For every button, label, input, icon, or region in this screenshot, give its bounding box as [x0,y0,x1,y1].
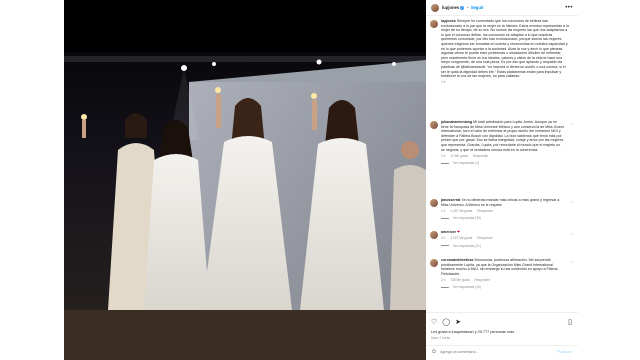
author-username[interactable]: lupjones [442,5,459,10]
comment-likes[interactable]: 1.257 Me gusta [450,209,472,213]
post-header: lupjones ✓ • Seguir ••• [426,0,578,16]
likes-summary[interactable]: Les gusta a luaquintanart y 29.777 perso… [431,330,514,334]
like-comment-icon[interactable]: ♡ [570,232,574,237]
verified-badge-icon: ✓ [460,5,465,10]
comment-text: Mi total admiración para Lupita Jones. A… [441,120,564,152]
comment-input[interactable] [440,350,536,354]
comment-text: Siempre he comentado que los concursos d… [441,19,569,79]
comment-item: americer ❤ 2 h 1.227 Me gusta Responder … [430,230,574,248]
share-icon[interactable]: ➤ [455,319,461,326]
post-actions: ♡ ◯ ➤ ▯ Les gusta a luaquintanart y 29.7… [426,312,578,357]
comment-composer: ☺ Publicar [426,345,578,358]
comment-likes[interactable]: 738 Me gusta [450,278,469,282]
heart-emoji-icon: ❤ [457,230,461,234]
view-replies-button[interactable]: Ver respuestas (10) [441,285,565,290]
avatar[interactable] [430,121,438,129]
avatar[interactable] [430,20,438,28]
bookmark-icon[interactable]: ▯ [568,319,572,326]
reply-button[interactable]: Responder [473,154,489,158]
comment-icon[interactable]: ◯ [442,319,450,326]
view-replies-button[interactable]: Ver respuestas (1) [441,161,565,166]
comment-time: 2 h [441,153,446,158]
heart-icon[interactable]: ♡ [431,319,437,326]
comment-username[interactable]: lupjones [441,19,456,23]
comment-username[interactable]: americer [441,230,456,234]
follow-button[interactable]: Seguir [471,5,484,10]
like-comment-icon[interactable]: ♡ [570,200,574,205]
pageant-stage-photo [64,0,426,360]
comment-item: coronadedebelleza Woooooow, poderosa afi… [430,258,574,290]
comment-likes[interactable]: 10 Me gusta [450,154,468,158]
avatar[interactable] [430,259,438,267]
post-side-panel: lupjones ✓ • Seguir ••• lupjones Siempre… [426,0,578,360]
emoji-icon[interactable]: ☺ [431,349,437,355]
avatar[interactable] [430,231,438,239]
like-comment-icon[interactable]: ♡ [570,260,574,265]
view-replies-button[interactable]: Ver respuestas (33) [441,216,565,221]
comment-item: janosserrat Ya no deberías mandar más ch… [430,198,574,221]
caption-comment: lupjones Siempre he comentado que los co… [430,19,574,85]
comments-list[interactable]: lupjones Siempre he comentado que los co… [426,16,578,310]
comment-item: julianabarrientosg Mi total admiración p… [430,120,574,166]
post-image[interactable] [64,0,426,360]
comment-time: 2 h [441,277,446,282]
avatar[interactable] [431,3,439,12]
separator-dot: • [467,5,469,10]
reply-button[interactable]: Responder [475,278,491,282]
comment-username[interactable]: janosserrat [441,198,460,202]
view-replies-button[interactable]: Ver respuestas (21) [441,244,565,249]
like-comment-icon[interactable]: ♡ [570,122,574,127]
avatar[interactable] [430,199,438,207]
comment-time: 2 h [441,236,446,241]
comment-time: 2 h [441,208,446,213]
publish-button[interactable]: Publicar [557,350,572,354]
reply-button[interactable]: Responder [477,209,493,213]
comment-time: 2 h [441,80,446,85]
more-options-icon[interactable]: ••• [565,5,573,11]
comment-username[interactable]: coronadedebelleza [441,258,473,262]
comment-username[interactable]: julianabarrientosg [441,120,472,124]
reply-button[interactable]: Responder [477,236,493,240]
post-date: Hace 2 horas [431,336,450,340]
comment-likes[interactable]: 1.227 Me gusta [450,236,472,240]
